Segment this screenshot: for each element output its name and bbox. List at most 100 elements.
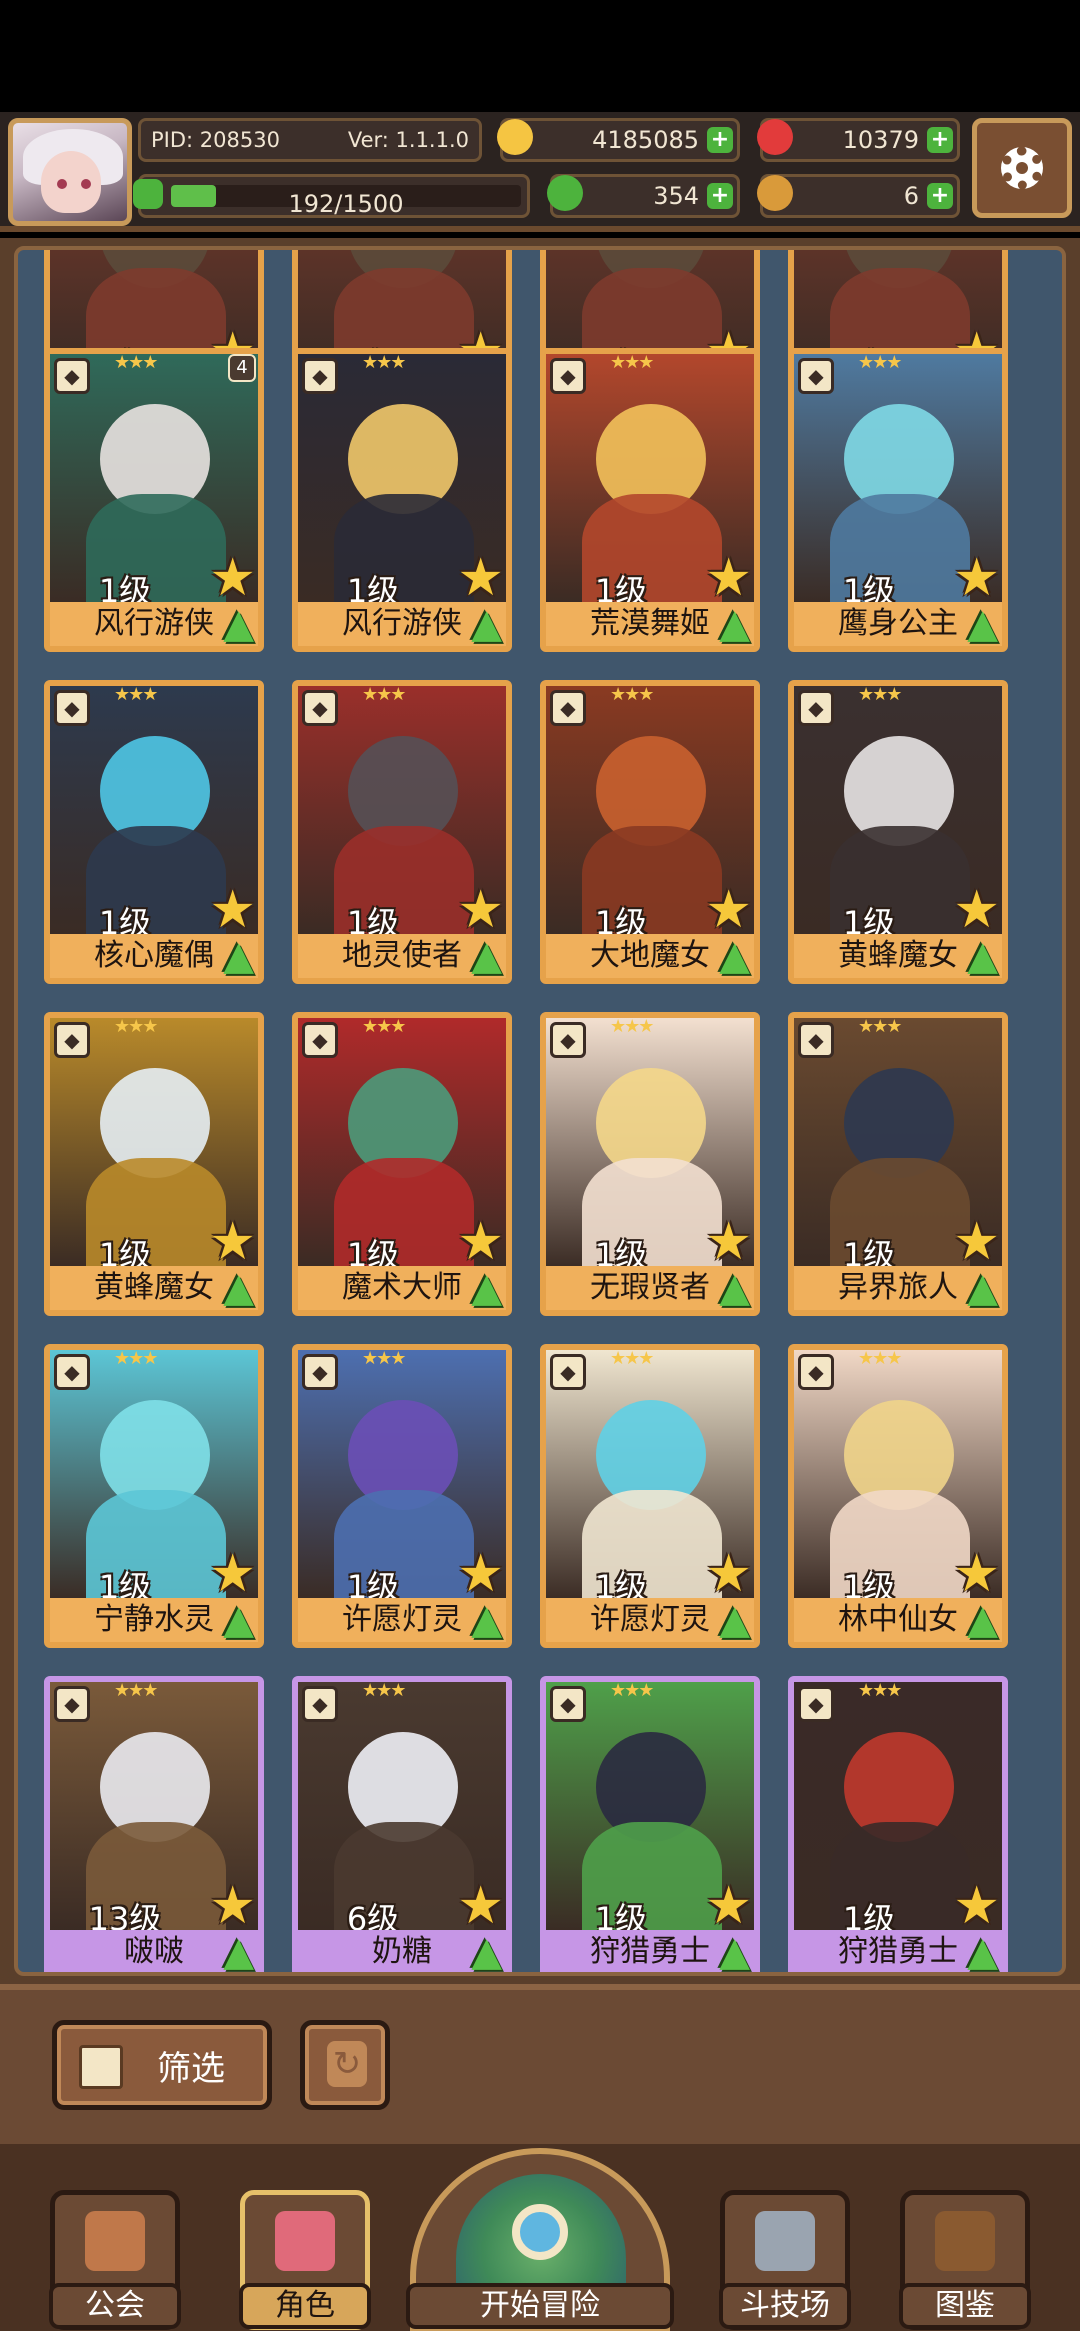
character-card[interactable]: ◆ ★★★ 13级 ★ 啵啵 ▲ xyxy=(44,1676,264,1975)
avatar-eye xyxy=(81,179,91,189)
gold-counter: 4185085 + xyxy=(497,118,740,162)
upgrade-arrow-icon: ▲ xyxy=(471,1929,502,1975)
star-icon: ★ xyxy=(705,880,752,940)
character-card[interactable]: ◆ ★★★ 1级 ★ 风行游侠 ▲ xyxy=(292,348,512,652)
class-icon: ◆ xyxy=(54,1686,90,1722)
reset-icon: ↻ xyxy=(327,2041,367,2087)
nav-character-label: 角色 xyxy=(239,2283,371,2329)
rarity-stars: ★★★ xyxy=(858,352,902,373)
character-card[interactable]: ◆ ★★★ 6级 ★ 奶糖 ▲ xyxy=(292,1676,512,1975)
pid-plate: PID: 208530 Ver: 1.1.1.0 xyxy=(138,118,482,162)
character-card[interactable]: ◆ ★★★ 1级 ★ 地灵使者 ▲ xyxy=(292,680,512,984)
upgrade-arrow-icon: ▲ xyxy=(719,1265,750,1311)
star-icon: ★ xyxy=(953,548,1000,608)
star-icon: ★ xyxy=(705,1876,752,1936)
upgrade-arrow-icon: ▲ xyxy=(223,601,254,647)
upgrade-arrow-icon: ▲ xyxy=(223,1265,254,1311)
add-key-button[interactable]: + xyxy=(927,183,953,209)
character-card[interactable]: ◆ ★★★ 1级 ★ 黄蜂魔女 ▲ xyxy=(788,680,1008,984)
gem-amount: 10379 xyxy=(842,126,919,154)
crossed-swords-icon xyxy=(755,2211,815,2271)
xp-text: 192/1500 xyxy=(288,190,404,218)
class-icon: ◆ xyxy=(54,358,90,394)
key-amount: 6 xyxy=(903,182,919,210)
rarity-stars: ★★★ xyxy=(858,1016,902,1037)
xp-bar: 192/1500 xyxy=(171,185,521,218)
character-card[interactable]: ◆ ★★★ 1级 ★ 狩猎勇士 ▲ xyxy=(788,1676,1008,1975)
class-icon: ◆ xyxy=(550,1022,586,1058)
red-gem-icon xyxy=(757,119,793,155)
xp-plate: 192/1500 xyxy=(133,174,530,218)
nav-adventure[interactable]: 开始冒险 xyxy=(406,2148,674,2331)
upgrade-arrow-icon: ▲ xyxy=(719,933,750,979)
rarity-stars: ★★★ xyxy=(858,1680,902,1701)
nav-character[interactable]: 角色 xyxy=(239,2190,371,2330)
guild-hall-icon xyxy=(85,2211,145,2271)
character-grid[interactable]: ◆★★★1级★巨灵之枪▲◆★★★1级★辰龙▲◆★★★1级★辰龙▲◆★★★1级★淘… xyxy=(14,246,1066,1976)
rarity-stars: ★★★ xyxy=(114,1348,158,1369)
character-card[interactable]: ◆ ★★★ 1级 ★ 狩猎勇士 ▲ xyxy=(540,1676,760,1975)
add-gold-button[interactable]: + xyxy=(707,127,733,153)
filter-button[interactable]: 筛选 xyxy=(52,2020,272,2110)
star-icon: ★ xyxy=(457,1876,504,1936)
nav-guild[interactable]: 公会 xyxy=(49,2190,181,2330)
star-icon: ★ xyxy=(457,880,504,940)
nav-guild-label: 公会 xyxy=(49,2283,181,2329)
star-icon: ★ xyxy=(209,1544,256,1604)
upgrade-arrow-icon: ▲ xyxy=(967,1929,998,1975)
avatar-face xyxy=(41,151,101,213)
character-card[interactable]: ◆ ★★★ 1级 ★ 黄蜂魔女 ▲ xyxy=(44,1012,264,1316)
rarity-stars: ★★★ xyxy=(858,684,902,705)
rarity-stars: ★★★ xyxy=(610,1016,654,1037)
rarity-stars: ★★★ xyxy=(114,1016,158,1037)
class-icon: ◆ xyxy=(54,690,90,726)
class-icon: ◆ xyxy=(302,1354,338,1390)
character-card[interactable]: ◆ ★★★ 1级 ★ 大地魔女 ▲ xyxy=(540,680,760,984)
character-card[interactable]: ◆ ★★★ 1级 ★ 异界旅人 ▲ xyxy=(788,1012,1008,1316)
character-card[interactable]: ◆ ★★★ 1级 ★ 林中仙女 ▲ xyxy=(788,1344,1008,1648)
gold-amount: 4185085 xyxy=(592,126,699,154)
upgrade-arrow-icon: ▲ xyxy=(471,933,502,979)
character-card[interactable]: ◆ ★★★ 1级 ★ 许愿灯灵 ▲ xyxy=(540,1344,760,1648)
count-badge: 4 xyxy=(228,354,256,382)
clover-counter: 354 + xyxy=(547,174,740,218)
class-icon: ◆ xyxy=(302,1022,338,1058)
character-card[interactable]: ◆ ★★★ 1级 ★ 核心魔偶 ▲ xyxy=(44,680,264,984)
upgrade-arrow-icon: ▲ xyxy=(967,601,998,647)
character-card[interactable]: ◆ ★★★ 1级 ★ 鹰身公主 ▲ xyxy=(788,348,1008,652)
grid-icon xyxy=(79,2045,123,2089)
upgrade-arrow-icon: ▲ xyxy=(471,1265,502,1311)
nav-adventure-label: 开始冒险 xyxy=(406,2283,674,2329)
character-card[interactable]: ◆ ★★★ 1级 ★ 无瑕贤者 ▲ xyxy=(540,1012,760,1316)
book-icon xyxy=(935,2211,995,2271)
upgrade-arrow-icon: ▲ xyxy=(719,1597,750,1643)
star-icon: ★ xyxy=(953,880,1000,940)
character-card[interactable]: ◆ ★★★ 1级 ★ 宁静水灵 ▲ xyxy=(44,1344,264,1648)
add-gem-button[interactable]: + xyxy=(927,127,953,153)
reset-button[interactable]: ↻ xyxy=(300,2020,390,2110)
game-version: Ver: 1.1.1.0 xyxy=(347,128,469,152)
add-clover-button[interactable]: + xyxy=(707,183,733,209)
upgrade-arrow-icon: ▲ xyxy=(719,1929,750,1975)
rarity-stars: ★★★ xyxy=(362,684,406,705)
upgrade-arrow-icon: ▲ xyxy=(967,933,998,979)
character-card[interactable]: ◆ ★★★ 4 1级 ★ 风行游侠 ▲ xyxy=(44,348,264,652)
upgrade-arrow-icon: ▲ xyxy=(223,1929,254,1975)
character-card[interactable]: ◆ ★★★ 1级 ★ 许愿灯灵 ▲ xyxy=(292,1344,512,1648)
rarity-stars: ★★★ xyxy=(362,1348,406,1369)
star-icon: ★ xyxy=(705,1212,752,1272)
gem-counter: 10379 + xyxy=(757,118,960,162)
star-icon: ★ xyxy=(953,1876,1000,1936)
nav-codex[interactable]: 图鉴 xyxy=(899,2190,1031,2330)
class-icon: ◆ xyxy=(54,1022,90,1058)
nav-arena-label: 斗技场 xyxy=(719,2283,851,2329)
upgrade-arrow-icon: ▲ xyxy=(967,1265,998,1311)
settings-button[interactable] xyxy=(972,118,1072,218)
character-card[interactable]: ◆ ★★★ 1级 ★ 荒漠舞姬 ▲ xyxy=(540,348,760,652)
upgrade-arrow-icon: ▲ xyxy=(719,601,750,647)
player-avatar[interactable] xyxy=(8,118,132,226)
upgrade-arrow-icon: ▲ xyxy=(223,933,254,979)
character-card[interactable]: ◆ ★★★ 1级 ★ 魔术大师 ▲ xyxy=(292,1012,512,1316)
nav-arena[interactable]: 斗技场 xyxy=(719,2190,851,2330)
star-icon: ★ xyxy=(209,1876,256,1936)
